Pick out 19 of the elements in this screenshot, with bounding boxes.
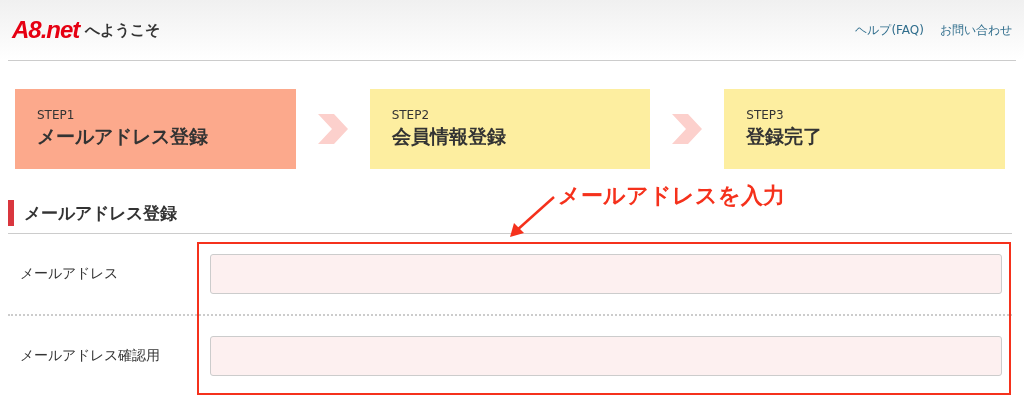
chevron-icon [315,112,350,146]
field-label: メールアドレス確認用 [20,347,161,365]
step-number: STEP2 [391,108,431,122]
step-number: STEP3 [746,108,785,122]
header-link[interactable]: ヘルプ(FAQ) [855,21,924,39]
welcome-text: へようこそ [85,20,161,40]
step-number: STEP1 [37,108,76,122]
step-label: 会員情報登録 [391,124,507,149]
input-field[interactable] [210,254,1002,294]
step-label: 登録完了 [746,124,824,149]
section-marker [8,200,14,226]
step-label: メールアドレス登録 [37,124,209,149]
section-title: メールアドレス登録 [24,201,177,225]
annotation-text: メールアドレスを入力 [558,182,785,210]
field-label: メールアドレス [20,265,119,283]
header-link[interactable]: お問い合わせ [940,21,1012,39]
chevron-icon [670,112,705,146]
input-field[interactable] [210,336,1002,376]
logo[interactable]: A8.net [12,16,80,44]
